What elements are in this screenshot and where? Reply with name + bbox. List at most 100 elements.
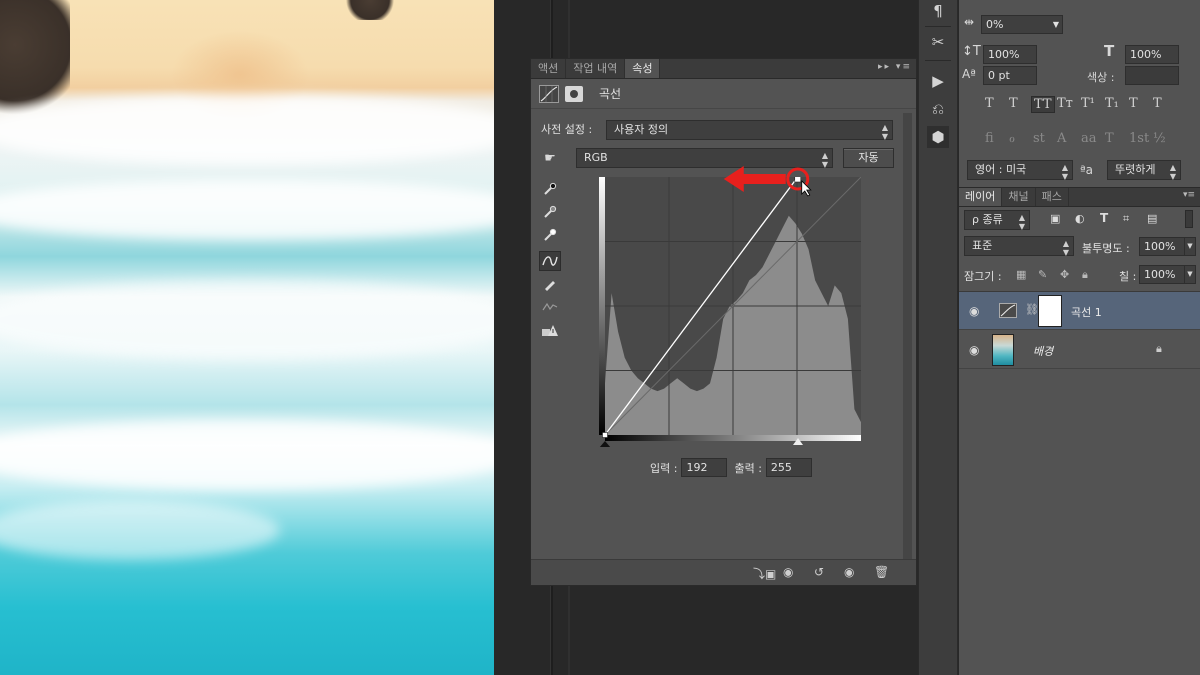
subscript-icon[interactable]: T₁ <box>1103 96 1121 111</box>
baseline-field[interactable]: 0 pt <box>983 66 1037 85</box>
strikethrough-icon[interactable]: T <box>1151 96 1164 111</box>
preset-value: 사용자 정의 <box>614 123 669 136</box>
divider <box>925 26 951 27</box>
layer-row-curves[interactable]: ◉ ⛓ 곡선 1 <box>959 292 1200 330</box>
all-caps-icon[interactable]: TT <box>1031 96 1055 113</box>
tab-layers[interactable]: 레이어 <box>959 188 1003 206</box>
tab-channels[interactable]: 채널 <box>1002 188 1036 206</box>
filter-smart-object-icon[interactable]: ▤ <box>1147 212 1157 225</box>
foam-shape <box>0 420 494 490</box>
filter-adjustment-icon[interactable]: ◐ <box>1075 212 1085 225</box>
dropdown-arrow-icon: ▲ ▼ <box>1169 163 1176 181</box>
faux-italic-icon[interactable]: T <box>1007 96 1020 111</box>
hand-adjust-icon[interactable]: ☛ <box>539 148 561 168</box>
eye-icon[interactable]: ◉ <box>969 343 979 357</box>
tab-history[interactable]: 작업 내역 <box>566 59 626 78</box>
curve-point-start[interactable] <box>602 432 608 438</box>
play-icon[interactable]: ▶ <box>927 70 949 92</box>
clip-to-layer-icon[interactable]: ⤵▣ <box>753 565 776 582</box>
eyedropper-gray-icon[interactable] <box>539 202 561 222</box>
faux-bold-icon[interactable]: T <box>983 96 996 111</box>
input-label: 입력 : <box>650 461 678 475</box>
horizontal-scale-field[interactable]: 100% <box>1125 45 1179 64</box>
fill-value: 100% <box>1144 268 1176 281</box>
layer-mask-icon[interactable] <box>565 85 583 102</box>
black-point-slider[interactable] <box>599 441 611 447</box>
small-caps-icon[interactable]: Tт <box>1055 96 1075 111</box>
filter-pixel-icon[interactable]: ▣ <box>1050 212 1060 225</box>
eyedropper-white-icon[interactable] <box>539 225 561 245</box>
fractions-icon[interactable]: ½ <box>1153 131 1166 146</box>
lock-transparency-icon[interactable]: ▦ <box>1016 268 1026 281</box>
antialias-value: 뚜렷하게 <box>1115 163 1156 176</box>
curve-point-selected[interactable] <box>794 177 802 183</box>
white-point-slider[interactable] <box>792 438 803 445</box>
antialias-dropdown[interactable]: 뚜렷하게 ▲ ▼ <box>1107 160 1181 181</box>
layer-filter-dropdown[interactable]: ρ 종류 ▲ ▼ <box>964 210 1030 231</box>
ligatures-icon[interactable]: fi <box>985 131 994 146</box>
discretionary-ligatures-icon[interactable]: st <box>1033 131 1045 146</box>
trash-icon[interactable]: 🗑 <box>874 565 889 579</box>
layer-mask-thumbnail[interactable] <box>1038 295 1062 327</box>
lock-all-icon[interactable]: 🔒︎ <box>1082 268 1088 282</box>
tracking-field[interactable]: 0% ▼ <box>981 15 1063 34</box>
dropdown-arrow-icon: ▼ <box>1052 20 1059 29</box>
channel-value: RGB <box>584 151 608 164</box>
clipping-warning-icon[interactable] <box>539 320 561 340</box>
opacity-field[interactable]: 100% <box>1139 237 1185 256</box>
layer-row-background[interactable]: ◉ 배경 🔒︎ <box>959 331 1200 369</box>
auto-button[interactable]: 자동 <box>843 148 894 168</box>
curve-graph-svg[interactable] <box>599 177 861 447</box>
tab-paths[interactable]: 패스 <box>1036 188 1069 206</box>
history-icon[interactable]: ⎌ <box>927 98 949 120</box>
fill-field[interactable]: 100% <box>1139 265 1185 284</box>
link-icon[interactable]: ⛓ <box>1025 303 1039 316</box>
pencil-icon[interactable] <box>539 274 561 294</box>
curves-adjustment-icon[interactable] <box>539 84 559 103</box>
output-field[interactable]: 255 <box>765 458 812 477</box>
channel-dropdown[interactable]: RGB ▲ ▼ <box>576 148 833 169</box>
swash-icon[interactable]: A <box>1057 131 1066 146</box>
fill-stepper[interactable]: ▼ <box>1184 265 1196 284</box>
tab-properties[interactable]: 속성 <box>625 59 661 78</box>
contextual-alternates-icon[interactable]: ℴ <box>1009 131 1015 146</box>
panel-menu-icon[interactable]: ▾≡ <box>1183 190 1195 200</box>
language-dropdown[interactable]: 영어 : 미국 ▲ ▼ <box>967 160 1073 181</box>
layer-name[interactable]: 곡선 1 <box>1071 304 1102 320</box>
scrollbar[interactable] <box>903 113 912 559</box>
preset-dropdown[interactable]: 사용자 정의 ▲ ▼ <box>606 120 893 141</box>
tab-actions[interactable]: 액션 <box>531 59 567 78</box>
smooth-icon[interactable] <box>539 297 561 317</box>
reset-icon[interactable]: ↺ <box>814 565 824 579</box>
filter-shape-icon[interactable]: ⌗ <box>1123 212 1129 226</box>
input-field[interactable]: 192 <box>681 458 728 477</box>
color-swatch[interactable] <box>1125 66 1179 85</box>
eyedropper-black-icon[interactable] <box>539 179 561 199</box>
panel-menu-icon[interactable]: ▸▸ ▾≡ <box>878 62 912 72</box>
tools-icon[interactable]: ✂ <box>927 31 949 53</box>
underline-icon[interactable]: T <box>1127 96 1140 111</box>
vertical-scale-field[interactable]: 100% <box>983 45 1037 64</box>
document-canvas-image[interactable] <box>0 0 494 675</box>
view-previous-icon[interactable]: ◉ <box>783 565 793 579</box>
lock-pixels-icon[interactable]: ✎ <box>1038 268 1047 281</box>
tracking-value: 0% <box>986 18 1004 31</box>
stylistic-alternates-icon[interactable]: aa <box>1081 131 1097 146</box>
filter-toggle[interactable] <box>1185 210 1193 228</box>
titling-alternates-icon[interactable]: T <box>1105 131 1114 146</box>
foam-shape <box>0 280 494 360</box>
superscript-icon[interactable]: T¹ <box>1079 96 1097 111</box>
layer-name[interactable]: 배경 <box>1033 343 1053 359</box>
visibility-icon[interactable]: ◉ <box>844 565 854 579</box>
curve-point-icon[interactable] <box>539 251 561 271</box>
ordinals-icon[interactable]: 1st <box>1129 131 1149 146</box>
3d-icon[interactable]: ⬢ <box>927 126 949 148</box>
lock-position-icon[interactable]: ✥ <box>1060 268 1069 281</box>
blend-mode-dropdown[interactable]: 표준 ▲ ▼ <box>964 236 1074 257</box>
curves-graph[interactable] <box>599 177 861 447</box>
eye-icon[interactable]: ◉ <box>969 304 979 318</box>
paragraph-icon[interactable]: ¶ <box>927 0 949 22</box>
opacity-stepper[interactable]: ▼ <box>1184 237 1196 256</box>
filter-type-icon[interactable]: T <box>1100 211 1108 225</box>
dropdown-arrow-icon: ▲ ▼ <box>821 151 828 169</box>
